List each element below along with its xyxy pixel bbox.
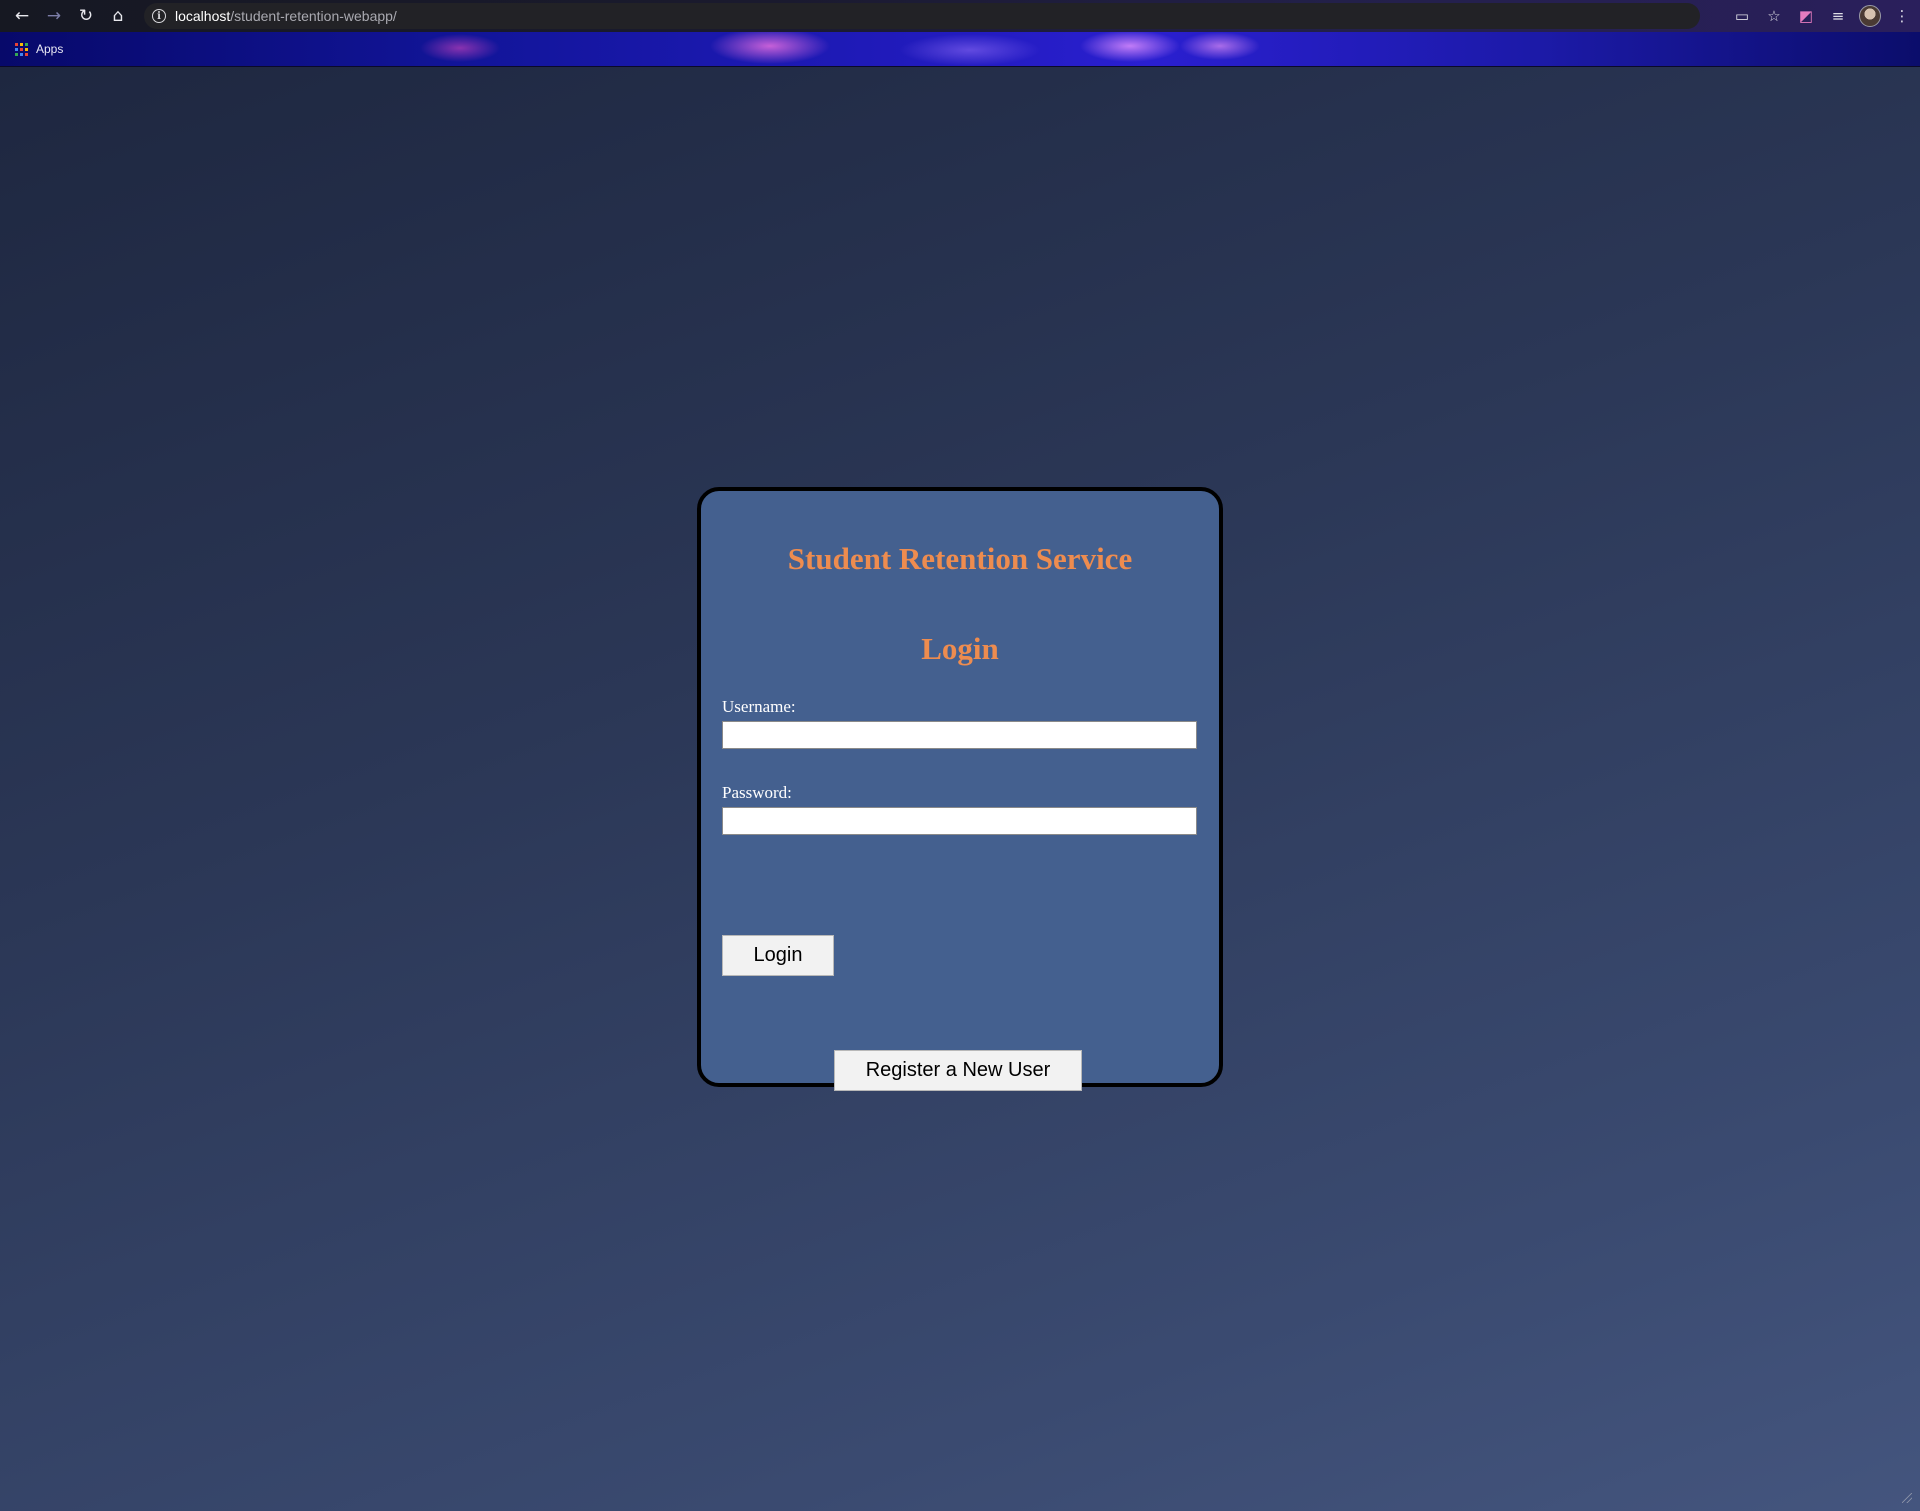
apps-grid-icon[interactable]: [15, 42, 28, 56]
toolbar-right-icons: ▭ ☆ ◩ ≡ ⋮: [1726, 0, 1920, 32]
extension-icon[interactable]: ◩: [1790, 0, 1822, 32]
address-bar[interactable]: i localhost/student-retention-webapp/: [144, 3, 1700, 29]
login-button[interactable]: Login: [722, 935, 834, 976]
page-viewport: Student Retention Service Login Username…: [0, 67, 1920, 1511]
cast-icon[interactable]: ▭: [1726, 0, 1758, 32]
url-path: /student-retention-webapp/: [230, 8, 397, 24]
back-icon[interactable]: ←: [6, 0, 38, 32]
url-host: localhost: [175, 8, 231, 24]
username-label: Username:: [722, 697, 796, 716]
register-button[interactable]: Register a New User: [834, 1050, 1082, 1091]
forward-icon[interactable]: →: [38, 0, 70, 32]
login-card: Student Retention Service Login Username…: [697, 487, 1223, 1091]
resize-grip-icon[interactable]: [1902, 1493, 1912, 1503]
menu-icon[interactable]: ⋮: [1886, 0, 1918, 32]
username-input[interactable]: [722, 721, 1197, 749]
avatar-image: [1859, 5, 1881, 27]
home-icon[interactable]: ⌂: [102, 0, 134, 32]
media-control-icon[interactable]: ≡: [1822, 0, 1854, 32]
reload-icon[interactable]: ↻: [70, 0, 102, 32]
bookmarks-bar: Apps: [0, 32, 1920, 67]
login-heading: Login: [921, 631, 999, 666]
profile-avatar[interactable]: [1854, 0, 1886, 32]
apps-link[interactable]: Apps: [36, 42, 63, 56]
bookmark-star-icon[interactable]: ☆: [1758, 0, 1790, 32]
password-label: Password:: [722, 783, 792, 802]
page-title: Student Retention Service: [787, 541, 1133, 576]
site-info-icon[interactable]: i: [152, 9, 166, 23]
password-input[interactable]: [722, 807, 1197, 835]
browser-toolbar: ← → ↻ ⌂ i localhost/student-retention-we…: [0, 0, 1920, 32]
